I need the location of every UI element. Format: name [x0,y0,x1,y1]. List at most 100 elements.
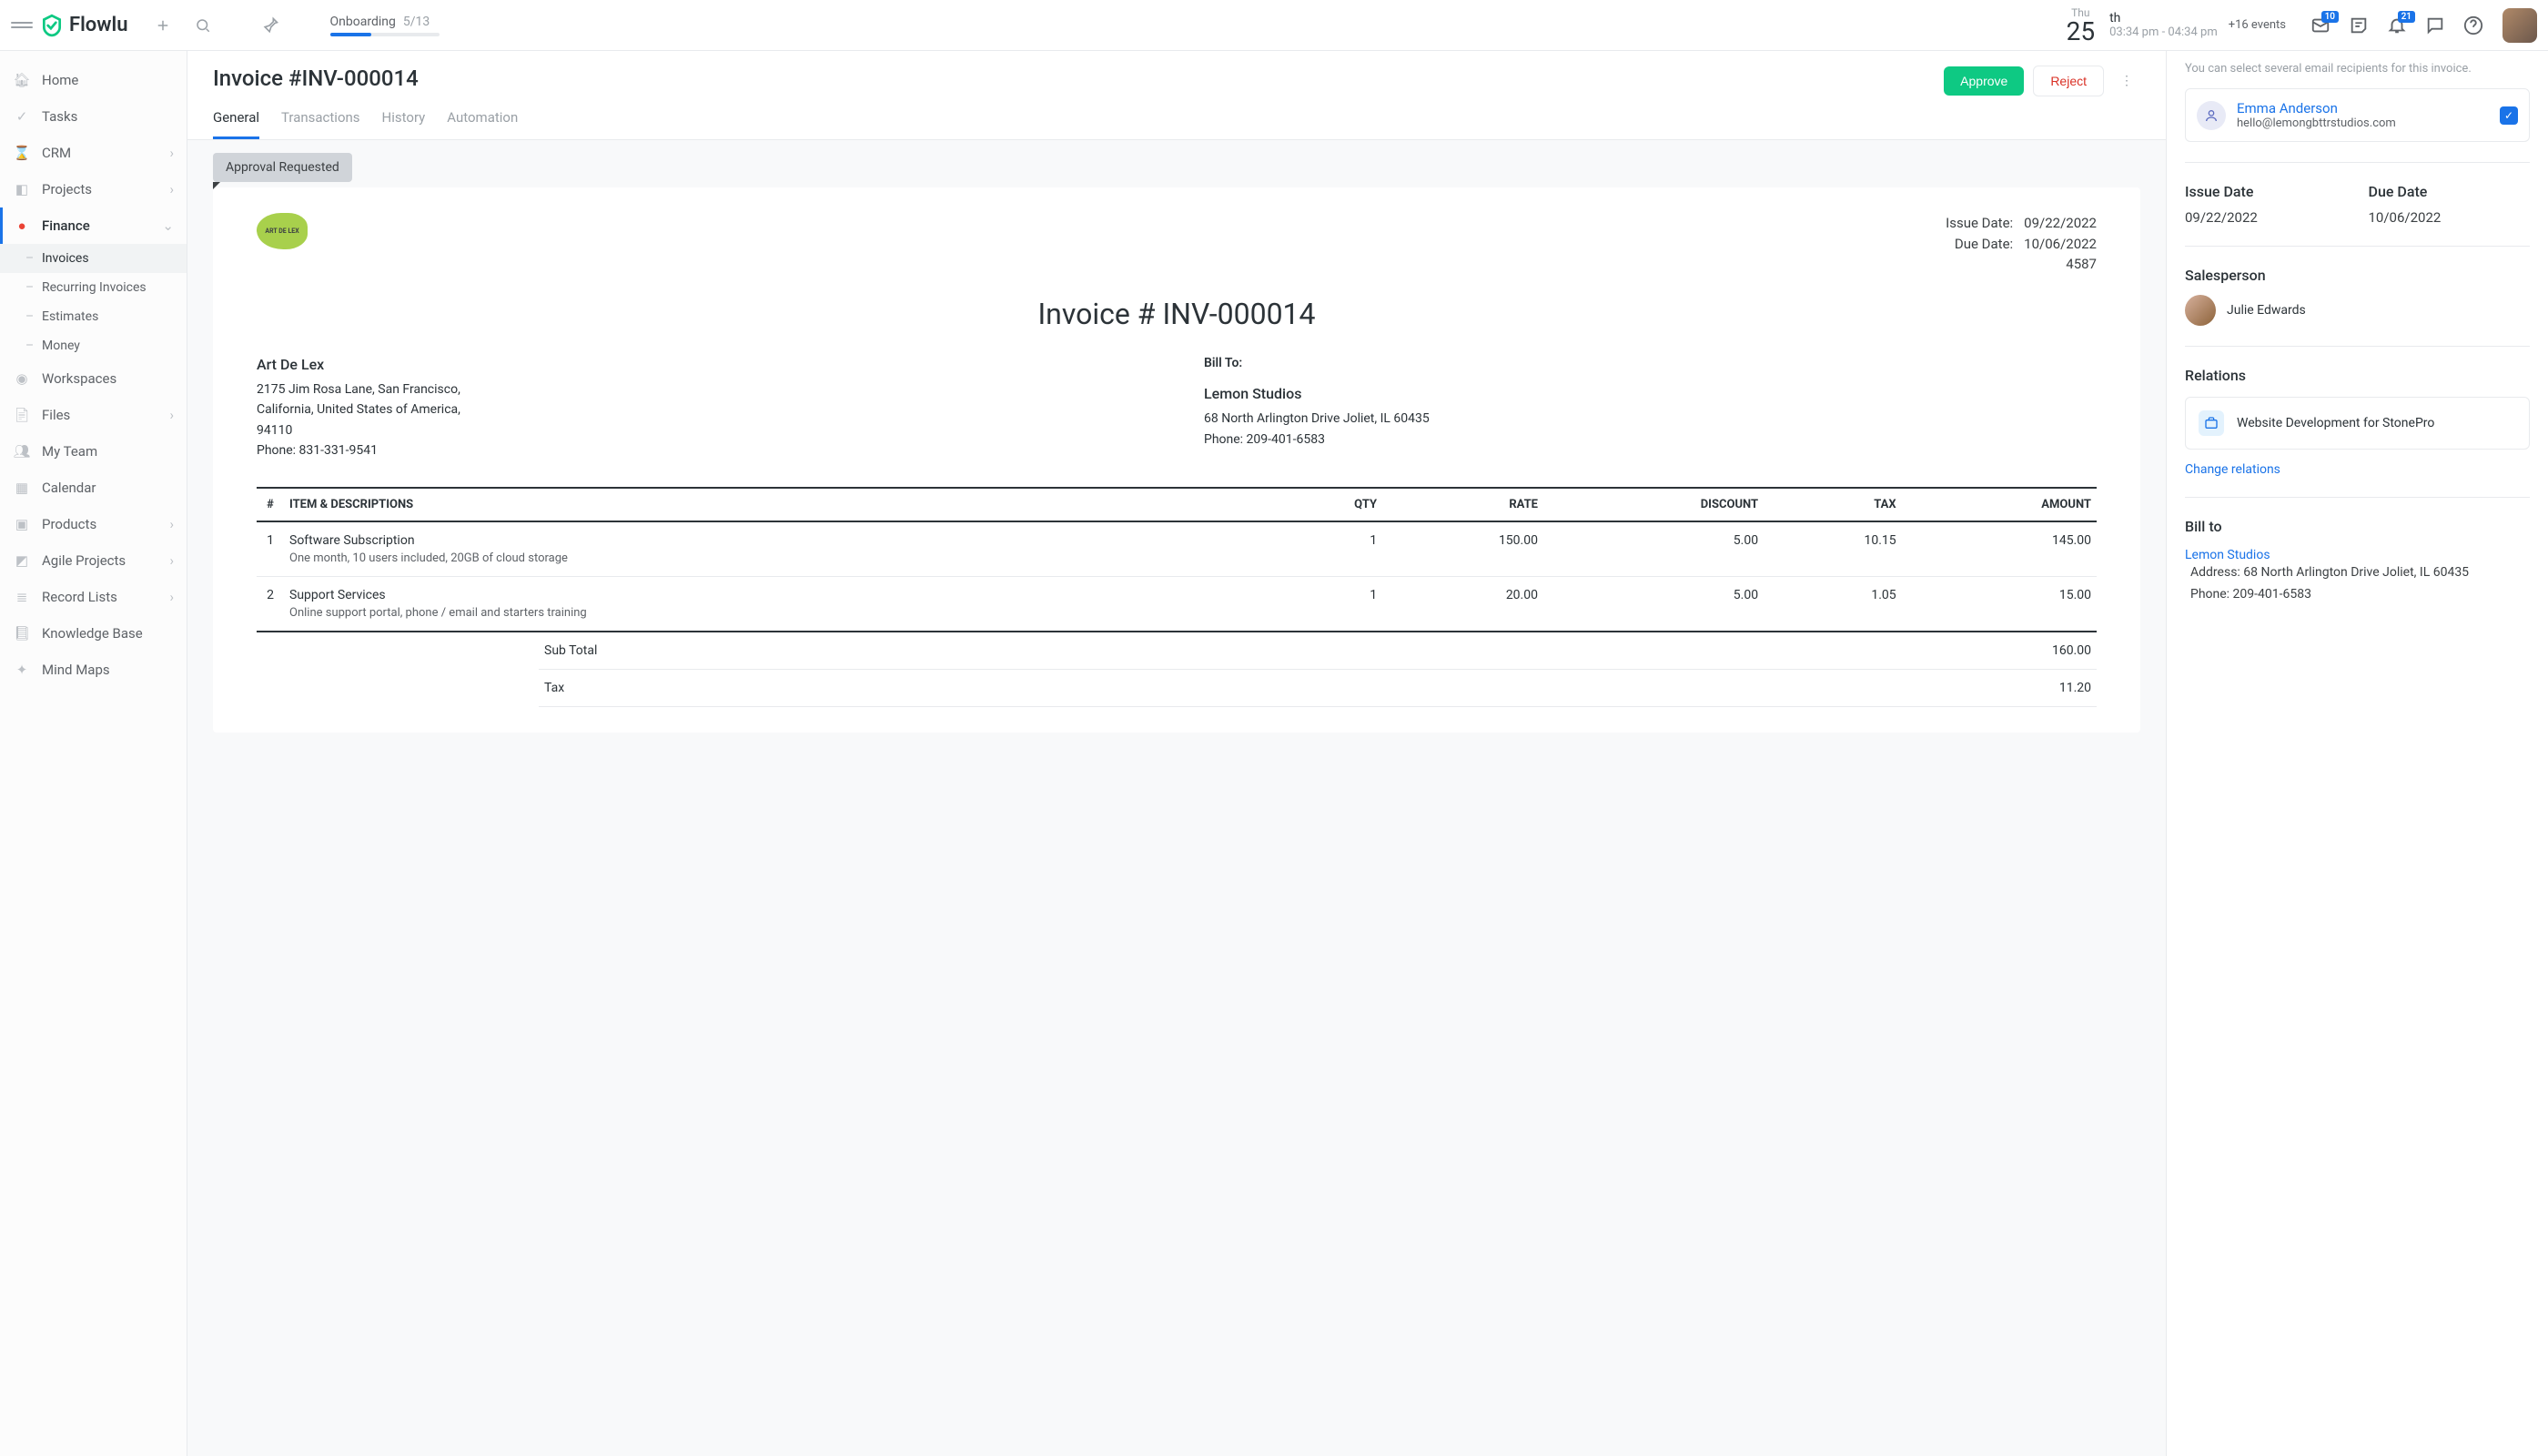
chevron-down-icon: ⌄ [162,217,174,234]
pin-icon[interactable] [254,9,287,42]
contact-email: hello@lemongbttrstudios.com [2237,116,2396,130]
sidebar-label: Tasks [42,108,77,125]
from-phone: Phone: 831-331-9541 [257,440,1149,460]
sidebar-item-team[interactable]: 👥︎My Team [0,433,187,470]
sidebar-item-records[interactable]: ≣Record Lists› [0,579,187,615]
contact-name: Emma Anderson [2237,100,2396,116]
reject-button[interactable]: Reject [2033,66,2104,96]
header-event[interactable]: th 03:34 pm - 04:34 pm [2109,11,2218,39]
person-icon [2197,101,2226,130]
records-icon: ≣ [13,588,31,606]
tab-automation[interactable]: Automation [447,109,518,139]
calendar-icon: ▦ [13,479,31,497]
finance-icon: ● [13,217,31,235]
sidebar-label: Finance [42,217,90,234]
event-time: 03:34 pm - 04:34 pm [2109,25,2218,39]
relation-card[interactable]: Website Development for StonePro [2185,397,2530,450]
table-row: 2 Support ServicesOnline support portal,… [257,576,2097,632]
from-addr1: 2175 Jim Rosa Lane, San Francisco, [257,379,1149,399]
help-icon[interactable] [2457,9,2490,42]
sidebar-item-agile[interactable]: ◩Agile Projects› [0,542,187,579]
sidebar-item-products[interactable]: ▣Products› [0,506,187,542]
invoice-card: ART DE LEX Issue Date: 09/22/2022 Due Da… [213,187,2140,733]
onboarding-progress[interactable]: Onboarding 5/13 [330,15,440,36]
bill-to-label: Bill To: [1204,353,2097,373]
sidebar-label: Home [42,72,78,88]
add-icon[interactable] [147,9,179,42]
onboarding-label: Onboarding [330,15,396,29]
billto-address: Address: 68 North Arlington Drive Joliet… [2185,562,2530,584]
rp-issue-value: 09/22/2022 [2185,209,2347,226]
status-chip: Approval Requested [213,153,352,182]
sidebar-item-files[interactable]: 📄︎Files› [0,397,187,433]
flowlu-logo-icon [40,14,64,37]
sidebar-label: Knowledge Base [42,625,143,642]
tax-value: 11.20 [2059,681,2091,695]
sidebar-label: CRM [42,145,71,161]
mindmaps-icon: ✦ [13,661,31,679]
col-num: # [257,488,284,521]
menu-toggle[interactable] [11,15,33,36]
home-icon: 🏠︎ [13,71,31,89]
salesperson-name: Julie Edwards [2227,303,2306,318]
header-date[interactable]: Thu 25 [2067,6,2095,45]
change-relations-link[interactable]: Change relations [2185,462,2280,477]
sidebar-item-crm[interactable]: ⌛CRM› [0,135,187,171]
sidebar-item-mindmaps[interactable]: ✦ Mind Maps [0,652,187,688]
sidebar-sub-estimates[interactable]: Estimates [0,302,187,331]
workspaces-icon: ◉ [13,369,31,388]
to-addr: 68 North Arlington Drive Joliet, IL 6043… [1204,409,2097,429]
recipient-checkbox[interactable]: ✓ [2500,106,2518,125]
more-events[interactable]: +16 events [2229,18,2286,32]
tab-general[interactable]: General [213,109,259,139]
search-icon[interactable] [187,9,219,42]
onboarding-bar [330,33,440,36]
subtotal-value: 160.00 [2052,643,2091,658]
sidebar-label: Calendar [42,480,96,496]
sidebar-label: Mind Maps [42,662,110,678]
sidebar-item-projects[interactable]: ◧Projects› [0,171,187,207]
from-addr2: California, United States of America, [257,399,1149,420]
sidebar: 🏠︎Home ✓Tasks ⌛CRM› ◧Projects› ●Finance⌄… [0,51,187,1456]
item-name: Support Services [289,588,1269,602]
sidebar-sub-money[interactable]: Money [0,331,187,360]
approve-button[interactable]: Approve [1944,66,2024,96]
inbox-icon[interactable]: 10 [2304,9,2337,42]
user-avatar[interactable] [2502,8,2537,43]
sidebar-label: Record Lists [42,589,117,605]
chat-icon[interactable] [2419,9,2452,42]
sidebar-sub-invoices[interactable]: Invoices [0,244,187,273]
from-zip: 94110 [257,420,1149,440]
due-date-label: Due Date: [1955,234,2013,255]
tab-history[interactable]: History [382,109,426,139]
sidebar-label: Products [42,516,96,532]
sidebar-item-tasks[interactable]: ✓Tasks [0,98,187,135]
table-row: 1 Software SubscriptionOne month, 10 use… [257,521,2097,577]
chevron-right-icon: › [169,145,174,161]
invoice-title: Invoice # INV-000014 [257,297,2097,331]
sidebar-item-finance[interactable]: ● Finance ⌄ [0,207,187,244]
item-name: Software Subscription [289,533,1269,548]
sidebar-item-calendar[interactable]: ▦ Calendar [0,470,187,506]
sidebar-sub-recurring[interactable]: Recurring Invoices [0,273,187,302]
header-daynum: 25 [2067,19,2095,45]
tab-transactions[interactable]: Transactions [281,109,360,139]
recipient-card[interactable]: Emma Anderson hello@lemongbttrstudios.co… [2185,88,2530,142]
sidebar-label: Projects [42,181,92,197]
billto-label: Bill to [2185,518,2530,535]
onboarding-count: 5/13 [403,15,430,29]
salesperson-label: Salesperson [2185,267,2530,284]
col-qty: QTY [1274,488,1382,521]
sidebar-item-home[interactable]: 🏠︎ Home [0,62,187,98]
billto-company-link[interactable]: Lemon Studios [2185,548,2270,562]
billto-phone: Phone: 209-401-6583 [2185,584,2530,606]
notes-icon[interactable] [2342,9,2375,42]
more-actions-icon[interactable]: ⋮ [2113,66,2140,96]
logo[interactable]: Flowlu [40,14,128,37]
bell-icon[interactable]: 21 [2381,9,2413,42]
to-name: Lemon Studios [1204,382,2097,406]
sidebar-item-workspaces[interactable]: ◉Workspaces [0,360,187,397]
invoice-ref: 4587 [1946,254,2097,275]
sidebar-item-kb[interactable]: 📘︎Knowledge Base [0,615,187,652]
salesperson[interactable]: Julie Edwards [2185,295,2530,326]
